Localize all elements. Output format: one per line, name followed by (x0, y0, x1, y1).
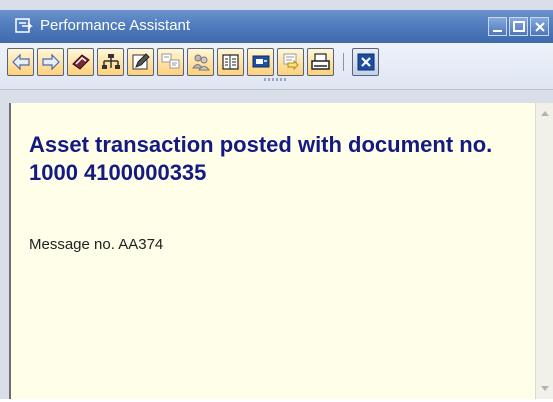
toolbar-separator (343, 53, 344, 71)
forward-button[interactable] (37, 48, 64, 76)
settings-button[interactable] (277, 48, 304, 76)
list-button[interactable] (217, 48, 244, 76)
close-help-button[interactable] (352, 48, 379, 76)
vertical-scrollbar[interactable] (535, 103, 553, 399)
performance-assistant-window: Performance Assistant Asset transaction … (0, 0, 553, 399)
translate-icon (161, 53, 180, 69)
edit-button[interactable] (127, 48, 154, 76)
chevron-up-icon (541, 111, 549, 116)
maximize-button[interactable] (509, 17, 528, 36)
print-icon (311, 53, 330, 70)
display-button[interactable] (247, 48, 274, 76)
book-icon (72, 54, 90, 70)
glossary-button[interactable] (67, 48, 94, 76)
display-icon (252, 55, 270, 68)
arrow-right-icon (42, 53, 60, 71)
hierarchy-icon (102, 54, 120, 69)
maximize-icon (513, 21, 525, 32)
minimize-button[interactable] (488, 17, 507, 36)
technical-info-button[interactable] (97, 48, 124, 76)
title-bar[interactable]: Performance Assistant (0, 10, 553, 43)
help-window-icon (15, 18, 33, 34)
list-icon (222, 54, 239, 70)
scroll-down-button[interactable] (536, 380, 553, 397)
arrow-left-icon (12, 53, 30, 71)
print-button[interactable] (307, 48, 334, 76)
help-content-pane: Asset transaction posted with document n… (9, 103, 535, 399)
window-title: Performance Assistant (40, 17, 191, 34)
users-icon (192, 54, 210, 71)
pencil-icon (132, 53, 150, 70)
resize-grip[interactable] (264, 78, 286, 81)
message-number: Message no. AA374 (29, 236, 164, 253)
back-button[interactable] (7, 48, 34, 76)
users-button[interactable] (187, 48, 214, 76)
close-button[interactable] (530, 17, 549, 36)
toolbar (0, 43, 553, 90)
translate-button[interactable] (157, 48, 184, 76)
minimize-icon (493, 30, 502, 32)
close-icon (357, 53, 375, 71)
close-icon (535, 22, 545, 32)
message-heading: Asset transaction posted with document n… (29, 132, 493, 185)
settings-icon (283, 53, 299, 71)
scroll-up-button[interactable] (536, 105, 553, 122)
chevron-down-icon (541, 386, 549, 391)
